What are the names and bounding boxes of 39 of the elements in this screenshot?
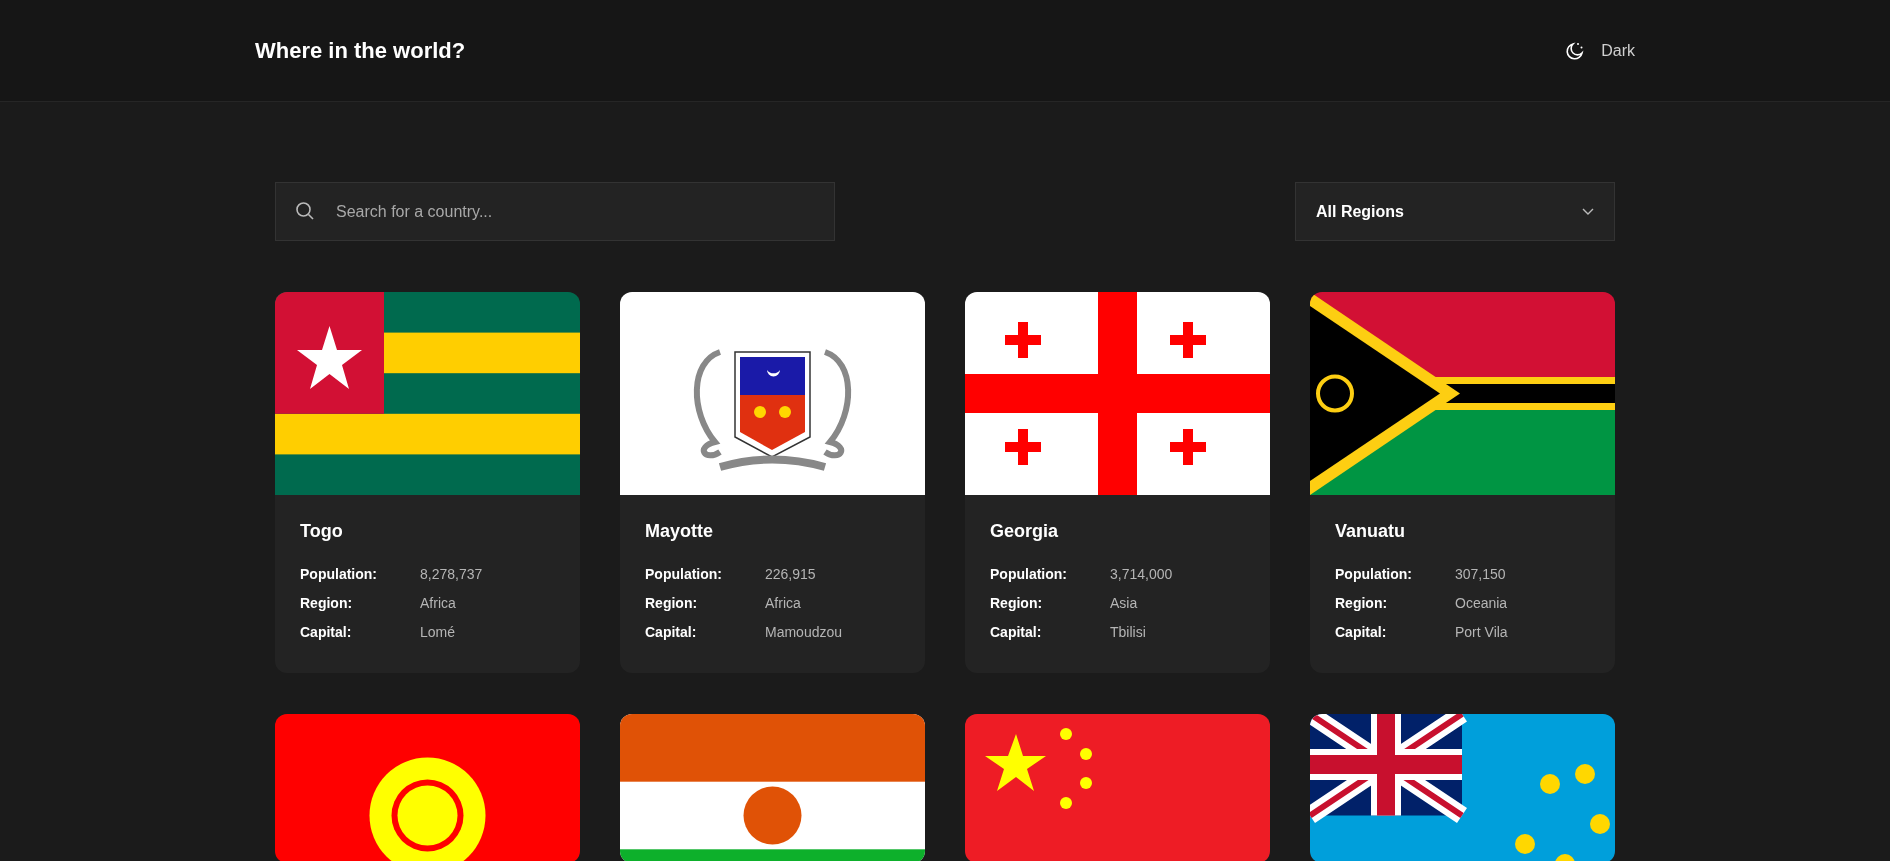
detail-value: Port Vila	[1455, 623, 1508, 642]
detail-value: Mamoudzou	[765, 623, 843, 642]
chevron-down-icon	[1582, 207, 1594, 216]
detail-value: 226,915	[765, 565, 816, 584]
country-name: Georgia	[990, 520, 1060, 543]
detail-label: Population:	[1335, 565, 1413, 584]
country-name: Mayotte	[645, 520, 714, 543]
detail-value: Lomé	[420, 623, 456, 642]
search-field[interactable]: Search for a country...	[275, 182, 835, 241]
detail-value: 307,150	[1455, 565, 1506, 584]
detail-label: Region:	[1335, 594, 1389, 613]
detail-label: Capital:	[990, 623, 1043, 642]
detail-value: Tbilisi	[1110, 623, 1146, 642]
detail-label: Capital:	[300, 623, 353, 642]
detail-label: Population:	[645, 565, 723, 584]
detail-label: Population:	[990, 565, 1068, 584]
region-dropdown[interactable]: All Regions	[1295, 182, 1615, 241]
country-card[interactable]: Georgia Population: 3,714,000 Region: Asia Capital: Tbilisi	[965, 292, 1270, 673]
detail-label: Region:	[990, 594, 1044, 613]
detail-label: Capital:	[1335, 623, 1388, 642]
country-name: Togo	[300, 520, 344, 543]
detail-value: Oceania	[1455, 594, 1508, 613]
detail-value: Africa	[765, 594, 801, 613]
detail-value: 8,278,737	[420, 565, 483, 584]
detail-label: Region:	[645, 594, 699, 613]
detail-value: Asia	[1110, 594, 1138, 613]
country-card[interactable]: Vanuatu Population: 307,150 Region: Oceania Capital: Port Vila	[1310, 292, 1615, 673]
country-card[interactable]: Mayotte Population: 226,915 Region: Africa Capital: Mamoudzou	[620, 292, 925, 673]
detail-value: Africa	[420, 594, 456, 613]
country-name: Vanuatu	[1335, 520, 1406, 543]
search-icon	[295, 201, 315, 221]
country-card[interactable]: Togo Population: 8,278,737 Region: Africa Capital: Lomé	[275, 292, 580, 673]
detail-label: Region:	[300, 594, 354, 613]
theme-toggle[interactable]: Dark	[1565, 38, 1635, 63]
detail-label: Capital:	[645, 623, 698, 642]
site-title: Where in the world?	[255, 37, 466, 65]
detail-value: 3,714,000	[1110, 565, 1173, 584]
moon-icon	[1565, 40, 1586, 61]
detail-label: Population:	[300, 565, 378, 584]
